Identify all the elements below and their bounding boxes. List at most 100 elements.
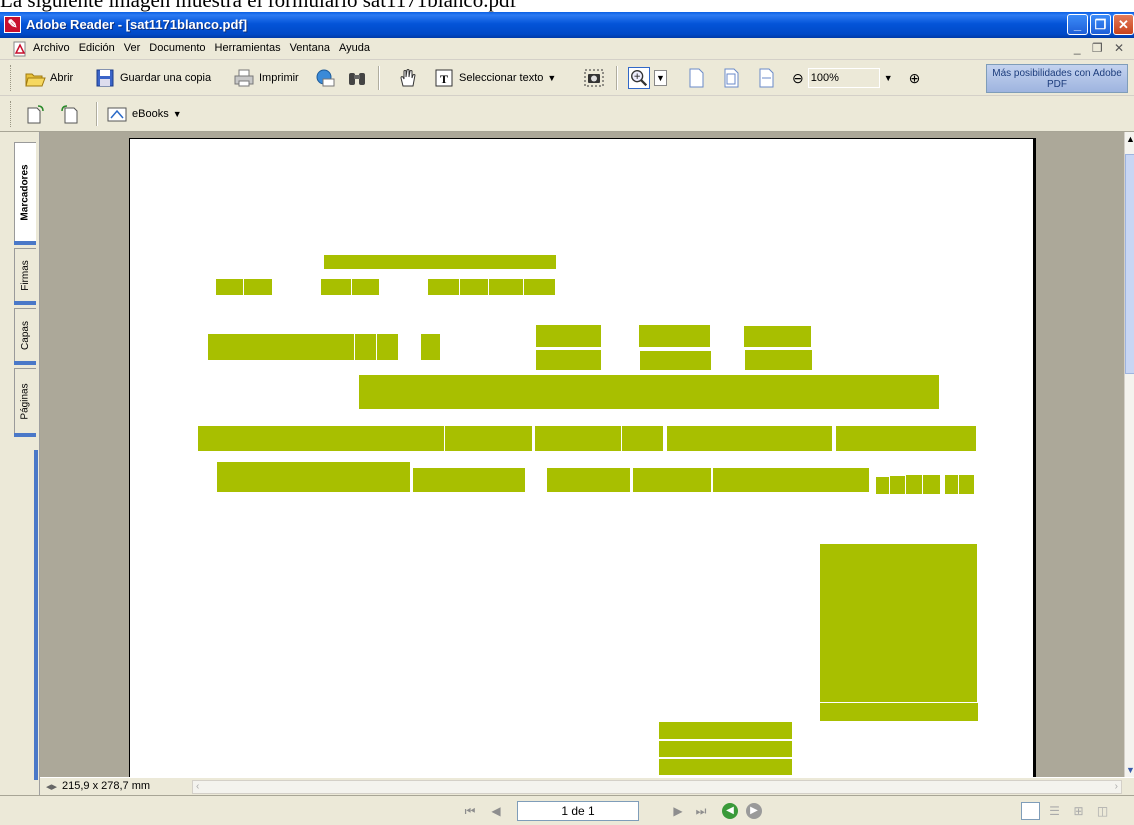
form-field[interactable] — [460, 279, 488, 295]
hand-tool-button[interactable] — [396, 66, 418, 90]
toolbar-grip[interactable] — [10, 101, 13, 127]
horizontal-scrollbar[interactable]: ‹ › — [192, 780, 1122, 794]
form-field[interactable] — [536, 350, 601, 370]
page-number-field[interactable]: 1 de 1 — [517, 801, 639, 821]
fit-width-button[interactable] — [755, 66, 777, 90]
next-view-icon[interactable]: ▶ — [746, 803, 762, 819]
document-view[interactable] — [40, 132, 1124, 777]
single-page-layout-button[interactable] — [1021, 802, 1040, 820]
select-text-button[interactable]: T Seleccionar texto ▼ — [433, 66, 556, 90]
scroll-left-arrow-icon[interactable]: ‹ — [196, 781, 199, 792]
tab-firmas[interactable]: Firmas — [14, 248, 36, 305]
form-field[interactable] — [355, 334, 376, 360]
document-window-controls[interactable]: _ ❐ ✕ — [1074, 41, 1128, 55]
form-field[interactable] — [959, 475, 974, 494]
scroll-right-arrow-icon[interactable]: › — [1115, 781, 1118, 792]
form-field[interactable] — [876, 477, 889, 494]
scroll-down-arrow-icon[interactable]: ▼ — [1126, 765, 1134, 775]
last-page-icon[interactable]: ⏭ — [693, 803, 709, 819]
window-titlebar[interactable]: ✎ Adobe Reader - [sat1171blanco.pdf] _ ❐… — [0, 12, 1134, 38]
form-field[interactable] — [208, 334, 354, 360]
form-field[interactable] — [820, 703, 978, 721]
chevron-down-icon[interactable]: ▼ — [884, 73, 893, 83]
menu-herramientas[interactable]: Herramientas — [215, 42, 281, 54]
first-page-icon[interactable]: ⏮ — [462, 803, 478, 819]
form-field[interactable] — [836, 426, 976, 451]
split-handle-icon[interactable]: ◂▸ — [46, 780, 57, 793]
menu-edicion[interactable]: Edición — [79, 42, 115, 54]
vertical-scrollbar[interactable]: ▲ ▼ — [1124, 132, 1134, 777]
form-field[interactable] — [640, 351, 711, 370]
form-field[interactable] — [216, 279, 243, 295]
previous-view-icon[interactable]: ◀ — [722, 803, 738, 819]
form-field[interactable] — [321, 279, 351, 295]
restore-button[interactable]: ❐ — [1090, 14, 1111, 35]
form-field[interactable] — [923, 475, 940, 494]
zoom-in-tool-button[interactable]: ▼ — [628, 66, 667, 90]
form-field[interactable] — [535, 426, 621, 451]
form-field[interactable] — [198, 426, 444, 451]
form-field[interactable] — [524, 279, 555, 295]
form-field[interactable] — [945, 475, 958, 494]
snapshot-button[interactable] — [583, 66, 605, 90]
form-field[interactable] — [659, 722, 792, 739]
form-field[interactable] — [428, 279, 459, 295]
form-field[interactable] — [744, 326, 811, 347]
form-field[interactable] — [352, 279, 379, 295]
menu-ventana[interactable]: Ventana — [290, 42, 330, 54]
zoom-in-icon[interactable]: ⊕ — [909, 70, 921, 87]
form-field[interactable] — [667, 426, 832, 451]
zoom-value-field[interactable]: 100% — [807, 68, 880, 88]
search-button[interactable] — [346, 66, 368, 90]
rotate-counterclockwise-button[interactable] — [59, 102, 81, 126]
form-field[interactable] — [421, 334, 440, 360]
form-field[interactable] — [890, 476, 905, 494]
scrollbar-thumb[interactable] — [1125, 154, 1134, 374]
form-field[interactable] — [377, 334, 398, 360]
continuous-facing-layout-icon[interactable]: ◫ — [1093, 802, 1112, 820]
fit-page-button[interactable] — [720, 66, 742, 90]
close-button[interactable]: ✕ — [1113, 14, 1134, 35]
form-field[interactable] — [217, 462, 410, 492]
chevron-down-icon[interactable]: ▼ — [654, 70, 667, 86]
form-field[interactable] — [359, 375, 939, 409]
form-field[interactable] — [489, 279, 523, 295]
form-field[interactable] — [659, 759, 792, 775]
continuous-layout-icon[interactable]: ☰ — [1045, 802, 1064, 820]
form-field[interactable] — [622, 426, 663, 451]
form-field[interactable] — [659, 741, 792, 757]
tab-capas[interactable]: Capas — [14, 308, 36, 365]
rotate-page-button[interactable] — [24, 102, 46, 126]
form-field[interactable] — [445, 426, 532, 451]
ebooks-button[interactable]: eBooks ▼ — [106, 102, 182, 126]
pdf-page[interactable] — [129, 138, 1036, 777]
form-field[interactable] — [244, 279, 272, 295]
print-button[interactable]: Imprimir — [233, 66, 299, 90]
scroll-up-arrow-icon[interactable]: ▲ — [1126, 134, 1134, 144]
menu-archivo[interactable]: Archivo — [33, 42, 70, 54]
toolbar-grip[interactable] — [10, 65, 13, 91]
adobe-pdf-promo-button[interactable]: Más posibilidades con Adobe PDF — [986, 64, 1128, 93]
form-field[interactable] — [633, 468, 711, 492]
form-field[interactable] — [906, 475, 922, 494]
actual-size-button[interactable] — [685, 66, 707, 90]
facing-layout-icon[interactable]: ⊞ — [1069, 802, 1088, 820]
menu-documento[interactable]: Documento — [149, 42, 205, 54]
form-field[interactable] — [820, 544, 977, 702]
form-field[interactable] — [547, 468, 630, 492]
form-field[interactable] — [413, 468, 525, 492]
email-button[interactable] — [314, 66, 336, 90]
save-copy-button[interactable]: Guardar una copia — [94, 66, 211, 90]
form-field[interactable] — [639, 325, 710, 347]
next-page-icon[interactable]: ▶ — [670, 803, 686, 819]
previous-page-icon[interactable]: ◀ — [488, 803, 504, 819]
form-field[interactable] — [324, 255, 556, 269]
chevron-down-icon[interactable]: ▼ — [547, 73, 556, 83]
form-field[interactable] — [536, 325, 601, 347]
form-field[interactable] — [745, 350, 812, 370]
form-field[interactable] — [713, 468, 869, 492]
menu-ayuda[interactable]: Ayuda — [339, 42, 370, 54]
zoom-out-icon[interactable]: ⊖ — [792, 70, 804, 87]
open-button[interactable]: Abrir — [24, 66, 73, 90]
tab-marcadores[interactable]: Marcadores — [14, 142, 36, 245]
